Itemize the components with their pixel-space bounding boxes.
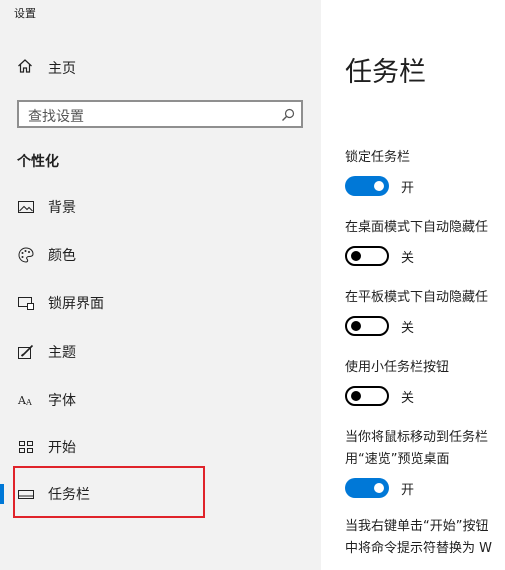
toggle-knob [374, 181, 384, 191]
sidebar-item-label: 背景 [48, 200, 76, 216]
taskbar-icon [17, 485, 35, 503]
sidebar-item-lock-screen[interactable]: 锁屏界面 [0, 283, 321, 323]
sidebar-item-fonts[interactable]: AA 字体 [0, 380, 321, 420]
setting-label: 在平板模式下自动隐藏任 [345, 290, 489, 305]
window-title: 设置 [14, 7, 36, 20]
home-icon [17, 58, 33, 78]
setting-autohide-desktop: 在桌面模式下自动隐藏任 关 [345, 217, 505, 267]
autohide-tablet-toggle[interactable] [345, 316, 389, 336]
palette-icon [17, 246, 35, 264]
toggle-knob [351, 321, 361, 331]
sidebar-item-label: 锁屏界面 [48, 296, 104, 312]
toggle-knob [351, 251, 361, 261]
picture-icon [17, 198, 35, 216]
page-title: 任务栏 [345, 57, 426, 88]
setting-replace-cmd: 当我右键单击“开始”按钮 中将命令提示符替换为 W [345, 516, 505, 560]
search-placeholder: 查找设置 [28, 109, 84, 125]
sidebar: 设置 主页 查找设置 个性化 背景 颜色 锁屏界面 主题 A A 字体 开始 任… [0, 0, 321, 570]
setting-label: 使用小任务栏按钮 [345, 360, 450, 375]
setting-label: 用“速览”预览桌面 [345, 452, 450, 467]
setting-small-buttons: 使用小任务栏按钮 关 [345, 357, 505, 407]
toggle-state-label: 开 [401, 180, 415, 196]
lock-screen-icon [17, 294, 35, 312]
lock-taskbar-toggle[interactable] [345, 176, 389, 196]
section-title: 个性化 [17, 154, 59, 170]
setting-label: 当你将鼠标移动到任务栏 [345, 430, 489, 445]
setting-label: 锁定任务栏 [345, 150, 411, 165]
search-icon[interactable] [281, 107, 295, 126]
sidebar-item-taskbar[interactable]: 任务栏 [0, 474, 321, 514]
peek-toggle[interactable] [345, 478, 389, 498]
setting-peek: 当你将鼠标移动到任务栏 用“速览”预览桌面 开 [345, 427, 505, 499]
sidebar-item-label: 主题 [48, 345, 76, 361]
toggle-knob [351, 391, 361, 401]
font-icon: AA [17, 391, 35, 409]
theme-brush-icon [17, 343, 35, 361]
home-label: 主页 [48, 61, 76, 77]
sidebar-item-themes[interactable]: 主题 [0, 332, 321, 372]
toggle-state-label: 关 [401, 320, 415, 336]
sidebar-item-colors[interactable]: 颜色 [0, 235, 321, 275]
autohide-desktop-toggle[interactable] [345, 246, 389, 266]
toggle-state-label: 关 [401, 250, 415, 266]
sidebar-item-background[interactable]: 背景 [0, 187, 321, 227]
setting-label: 中将命令提示符替换为 W [345, 541, 492, 556]
main-panel: 任务栏 锁定任务栏 开 在桌面模式下自动隐藏任 关 在平板模式下自动隐藏任 关 … [321, 0, 505, 570]
small-buttons-toggle[interactable] [345, 386, 389, 406]
setting-label: 在桌面模式下自动隐藏任 [345, 220, 489, 235]
setting-autohide-tablet: 在平板模式下自动隐藏任 关 [345, 287, 505, 337]
toggle-knob [374, 483, 384, 493]
sidebar-item-label: 颜色 [48, 248, 76, 264]
toggle-state-label: 关 [401, 390, 415, 406]
start-grid-icon [17, 438, 35, 456]
sidebar-item-label: 字体 [48, 393, 76, 409]
toggle-state-label: 开 [401, 482, 415, 498]
setting-lock-taskbar: 锁定任务栏 开 [345, 147, 505, 197]
svg-text:A: A [25, 398, 32, 407]
setting-label: 当我右键单击“开始”按钮 [345, 519, 489, 534]
sidebar-item-label: 任务栏 [48, 487, 90, 503]
sidebar-item-start[interactable]: 开始 [0, 427, 321, 467]
search-box[interactable]: 查找设置 [17, 100, 303, 128]
home-nav-item[interactable]: 主页 [17, 58, 76, 78]
sidebar-item-label: 开始 [48, 440, 76, 456]
